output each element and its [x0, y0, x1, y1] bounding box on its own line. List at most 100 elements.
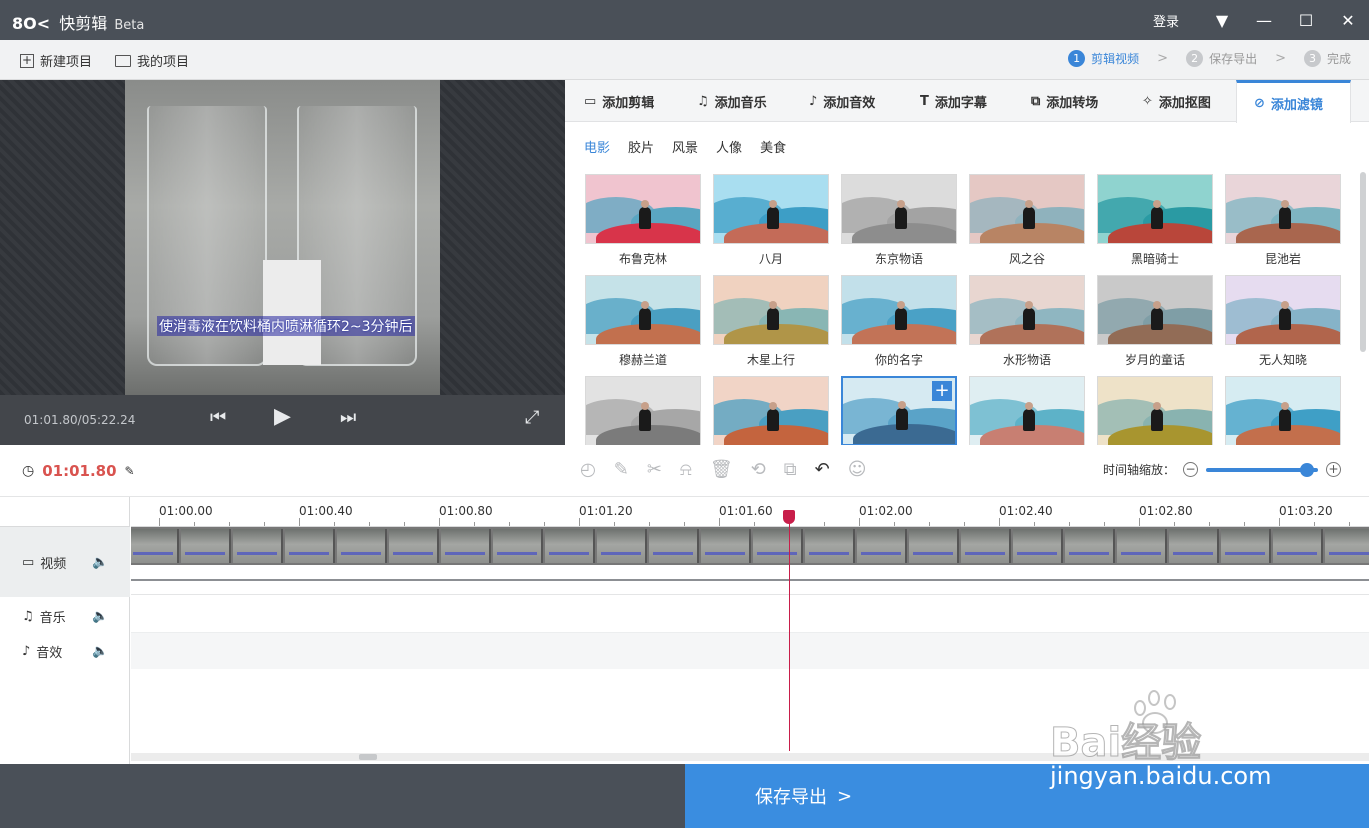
preview-stage[interactable]: 使消毒液在饮料桶内喷淋循环2~3分钟后: [0, 80, 565, 395]
volume-icon[interactable]: 🔈: [92, 644, 108, 659]
speed-icon[interactable]: ◴: [580, 459, 596, 480]
tab-add-filter[interactable]: ⊘ 添加滤镜: [1236, 80, 1351, 123]
filter-tile[interactable]: 风之谷: [969, 174, 1085, 267]
filter-tile[interactable]: 岁月的童话: [1097, 275, 1213, 368]
tab-add-clip[interactable]: ▭ 添加剪辑: [584, 80, 654, 122]
play-button[interactable]: ▶: [274, 404, 291, 429]
filter-tile[interactable]: [585, 376, 701, 445]
volume-icon[interactable]: 🔈: [92, 609, 108, 624]
tab-add-music[interactable]: ♫ 添加音乐: [697, 80, 767, 122]
tab-label: 添加滤镜: [1270, 97, 1323, 113]
my-projects-button[interactable]: 我的项目: [115, 51, 189, 70]
timeline-scrollbar[interactable]: [131, 753, 1369, 761]
new-project-button[interactable]: + 新建项目: [20, 51, 92, 70]
trash-icon[interactable]: 🗑: [710, 459, 733, 480]
filter-tile[interactable]: 黑暗骑士: [1097, 174, 1213, 267]
category-food[interactable]: 美食: [760, 137, 786, 156]
crop-icon[interactable]: ⟲: [751, 459, 766, 480]
zoom-slider[interactable]: [1206, 462, 1318, 477]
close-button[interactable]: ✕: [1327, 0, 1369, 40]
step-label: 保存导出: [1209, 52, 1258, 66]
scissors-icon[interactable]: ✂: [647, 459, 662, 480]
filter-thumbnail: [1097, 275, 1213, 345]
tab-add-transition[interactable]: ⧉ 添加转场: [1031, 80, 1098, 122]
zoom-out-button[interactable]: −: [1183, 462, 1198, 477]
category-movie[interactable]: 电影: [584, 137, 610, 156]
fullscreen-button[interactable]: ⤢: [525, 407, 539, 428]
save-export-button[interactable]: 保存导出 >: [685, 764, 1369, 828]
video-preview: 使消毒液在饮料桶内喷淋循环2~3分钟后 01:01.80/05:22.24 ⏮ …: [0, 80, 565, 445]
filter-tile[interactable]: [713, 376, 829, 445]
filter-name: 风之谷: [1008, 252, 1045, 266]
filter-tile[interactable]: [1225, 376, 1341, 445]
ruler-tick-label: 01:02.00: [859, 504, 913, 518]
edit-pencil-icon[interactable]: ✎: [125, 464, 135, 478]
category-scenery[interactable]: 风景: [672, 137, 698, 156]
filter-tile[interactable]: [969, 376, 1085, 445]
volume-icon[interactable]: 🔈: [92, 555, 108, 570]
filter-tile[interactable]: 穆赫兰道: [585, 275, 701, 368]
track-header-video[interactable]: ▭ 视频 🔈: [0, 527, 130, 597]
sfx-track[interactable]: [131, 633, 1369, 669]
filter-tile[interactable]: 八月: [713, 174, 829, 267]
filter-scrollbar[interactable]: [1360, 172, 1366, 352]
video-clip-frame: [909, 529, 959, 563]
music-track[interactable]: [131, 597, 1369, 633]
track-header-music[interactable]: ♫ 音乐 🔈: [0, 599, 130, 633]
filter-tile[interactable]: 木星上行: [713, 275, 829, 368]
time-ruler[interactable]: 01:00.00 01:00.40 01:00.80 01:01.20 01:01.60…: [131, 497, 1369, 527]
filter-tile[interactable]: 你的名字: [841, 275, 957, 368]
video-clip-frame: [493, 529, 543, 563]
filter-thumbnail: [969, 174, 1085, 244]
tab-add-sound-effect[interactable]: ♪ 添加音效: [809, 80, 875, 122]
copy-icon[interactable]: ⧉: [784, 459, 797, 480]
filter-tile[interactable]: 水形物语: [969, 275, 1085, 368]
filter-tile[interactable]: 无人知晓: [1225, 275, 1341, 368]
category-film[interactable]: 胶片: [628, 137, 654, 156]
resource-panel: ▭ 添加剪辑 ♫ 添加音乐 ♪ 添加音效 T 添加字幕 ⧉ 添加转场 ✧ 添加抠图 ⊘ 添加滤…: [565, 80, 1369, 445]
ruler-tick: [299, 518, 300, 526]
new-project-label: 新建项目: [40, 55, 93, 70]
video-track[interactable]: [131, 527, 1369, 565]
maximize-button[interactable]: ☐: [1285, 0, 1327, 40]
tab-label: 添加字幕: [934, 95, 987, 111]
timeline: ▭ 视频 🔈 ♫ 音乐 🔈 ♪ 音效 🔈 01:00.00 01:00.40 0…: [0, 497, 1369, 764]
filter-tile[interactable]: [1097, 376, 1213, 445]
minimize-button[interactable]: —: [1243, 0, 1285, 40]
tab-add-cutout[interactable]: ✧ 添加抠图: [1142, 80, 1211, 122]
chevron-right-icon: >: [1275, 51, 1286, 66]
step-number: 1: [1068, 50, 1086, 67]
filter-tile[interactable]: 东京物语: [841, 174, 957, 267]
menu-dropdown-button[interactable]: ▼: [1201, 0, 1243, 40]
track-header-sfx[interactable]: ♪ 音效 🔈: [0, 634, 130, 668]
ruler-tick: [1104, 522, 1105, 526]
zoom-in-button[interactable]: +: [1326, 462, 1341, 477]
pencil-icon[interactable]: ✎: [614, 459, 629, 480]
bell-icon[interactable]: ⍾: [680, 459, 692, 480]
ruler-tick-label: 01:02.80: [1139, 504, 1193, 518]
previous-frame-button[interactable]: ⏮: [210, 407, 226, 428]
category-portrait[interactable]: 人像: [716, 137, 742, 156]
sound-effect-icon: ♪: [22, 643, 31, 659]
ruler-tick: [544, 522, 545, 526]
tab-add-subtitle[interactable]: T 添加字幕: [920, 80, 987, 122]
my-projects-label: 我的项目: [137, 55, 190, 70]
title-bar: 8O< 快剪辑 Beta 登录 ▼ — ☐ ✕: [0, 0, 1369, 40]
scrollbar-thumb[interactable]: [359, 754, 377, 760]
add-filter-button[interactable]: +: [932, 381, 952, 401]
video-clip-frame: [597, 529, 647, 563]
next-frame-button[interactable]: ⏭: [340, 407, 356, 428]
playhead-handle[interactable]: [783, 510, 795, 524]
sticker-icon[interactable]: ☺: [848, 459, 867, 480]
undo-icon[interactable]: ↶: [815, 459, 830, 480]
video-subtitle: 使消毒液在饮料桶内喷淋循环2~3分钟后: [157, 316, 415, 336]
filter-tile[interactable]: 布鲁克林: [585, 174, 701, 267]
zoom-slider-handle[interactable]: [1299, 462, 1314, 477]
clock-icon: ◷: [22, 463, 35, 479]
login-link[interactable]: 登录: [1153, 11, 1179, 30]
video-clip-frame: [1065, 529, 1115, 563]
play-icon: ▶: [274, 404, 291, 429]
ruler-tick: [1069, 522, 1070, 526]
filter-tile[interactable]: +: [841, 376, 957, 445]
filter-tile[interactable]: 昆池岩: [1225, 174, 1341, 267]
